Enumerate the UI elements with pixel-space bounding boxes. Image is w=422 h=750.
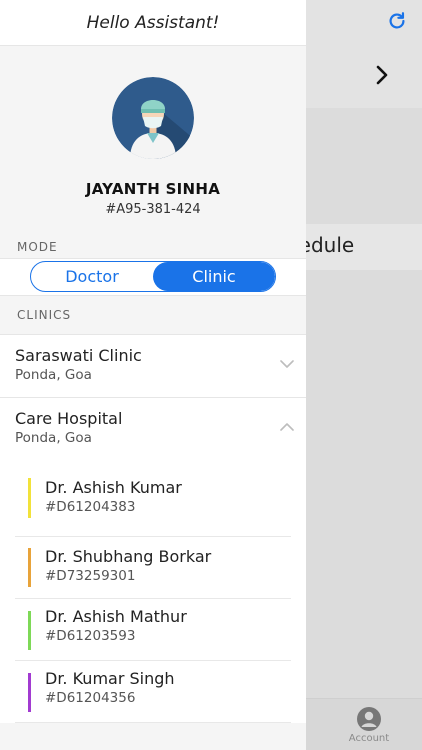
- doctor-color-bar: [28, 673, 31, 712]
- doctor-id: #D61203593: [45, 628, 136, 644]
- account-icon[interactable]: [356, 706, 382, 732]
- doctor-name: Dr. Ashish Kumar: [45, 478, 182, 497]
- profile-section: JAYANTH SINHA #A95-381-424: [0, 46, 306, 234]
- mode-segmented-control[interactable]: Doctor Clinic: [30, 261, 276, 292]
- clinics-section-label: CLINICS: [0, 302, 306, 334]
- doctor-id: #D61204356: [45, 690, 136, 706]
- doctor-item[interactable]: Dr. Kumar Singh #D61204356: [15, 661, 291, 723]
- tab-account-label[interactable]: Account: [340, 733, 398, 744]
- doctor-item[interactable]: Dr. Ashish Kumar #D61204383: [15, 461, 291, 537]
- doctor-color-bar: [28, 478, 31, 518]
- clinic-name: Saraswati Clinic: [15, 346, 142, 365]
- doctor-name: Dr. Kumar Singh: [45, 669, 175, 688]
- avatar[interactable]: [112, 77, 194, 159]
- mode-option-clinic[interactable]: Clinic: [153, 262, 275, 291]
- profile-id: #A95-381-424: [105, 202, 201, 217]
- doctor-id: #D73259301: [45, 568, 136, 584]
- doctor-color-bar: [28, 548, 31, 587]
- clinic-item-care-hospital[interactable]: Care Hospital Ponda, Goa: [0, 398, 306, 461]
- doctor-name: Dr. Shubhang Borkar: [45, 547, 212, 566]
- clinic-name: Care Hospital: [15, 409, 123, 428]
- refresh-icon[interactable]: [386, 10, 408, 32]
- clinic-list: Saraswati Clinic Ponda, Goa Care Hospita…: [0, 334, 306, 723]
- drawer-title: Hello Assistant!: [86, 12, 220, 33]
- clinic-location: Ponda, Goa: [15, 430, 92, 446]
- doctor-name: Dr. Ashish Mathur: [45, 607, 187, 626]
- mode-section-label: MODE: [0, 234, 306, 258]
- clinic-location: Ponda, Goa: [15, 367, 92, 383]
- clinic-item-saraswati[interactable]: Saraswati Clinic Ponda, Goa: [0, 335, 306, 398]
- side-drawer: Hello Assistant! JAYANTH SINHA #A95-381-…: [0, 0, 306, 750]
- drawer-header: Hello Assistant!: [0, 0, 306, 46]
- doctor-item[interactable]: Dr. Ashish Mathur #D61203593: [15, 599, 291, 661]
- doctor-item[interactable]: Dr. Shubhang Borkar #D73259301: [15, 537, 291, 599]
- mode-option-doctor[interactable]: Doctor: [31, 262, 153, 291]
- doctor-id: #D61204383: [45, 499, 136, 515]
- chevron-down-icon[interactable]: [280, 359, 294, 369]
- mode-row: Doctor Clinic: [0, 258, 306, 296]
- chevron-right-icon[interactable]: [374, 64, 390, 86]
- doctor-color-bar: [28, 611, 31, 650]
- profile-name: JAYANTH SINHA: [85, 180, 221, 198]
- chevron-up-icon[interactable]: [280, 422, 294, 432]
